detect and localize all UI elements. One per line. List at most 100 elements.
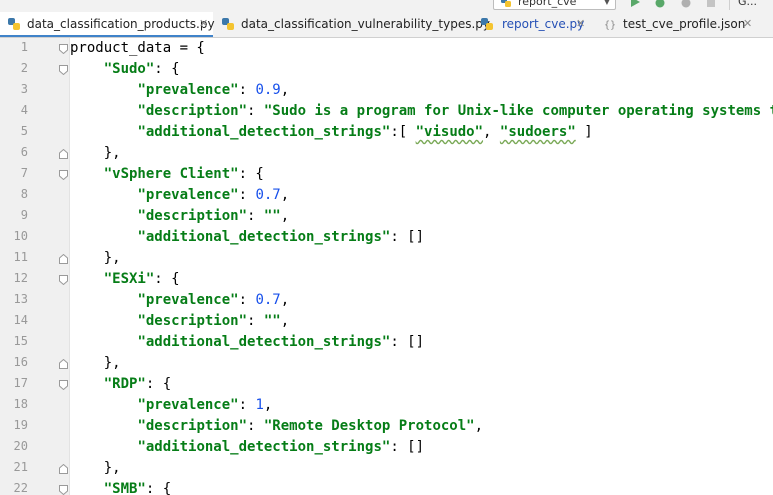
fold-close-icon[interactable] bbox=[59, 149, 68, 159]
fold-close-icon[interactable] bbox=[59, 254, 68, 264]
code-line[interactable]: 4 "description": "Sudo is a program for … bbox=[0, 101, 773, 122]
fold-close-icon[interactable] bbox=[59, 359, 68, 369]
python-file-icon bbox=[8, 18, 20, 30]
code-line[interactable]: 17 "RDP": { bbox=[0, 374, 773, 395]
code-line[interactable]: 1 product_data = { bbox=[0, 38, 773, 59]
coverage-icon[interactable] bbox=[679, 0, 693, 9]
code-text: "description": "", bbox=[137, 313, 290, 329]
line-number: 14 bbox=[13, 313, 28, 327]
line-number: 3 bbox=[20, 82, 28, 96]
tab-label: test_cve_profile.json bbox=[623, 17, 746, 31]
code-line[interactable]: 16 }, bbox=[0, 353, 773, 374]
code-text: "RDP": { bbox=[103, 376, 172, 392]
main-toolbar: report_cve ▼ G... bbox=[0, 0, 773, 12]
svg-text:{}: {} bbox=[604, 20, 616, 31]
line-number: 10 bbox=[13, 229, 28, 243]
close-tab-icon[interactable]: ✕ bbox=[743, 17, 752, 30]
code-text: "prevalence": 0.7, bbox=[137, 187, 290, 203]
run-configuration-select[interactable]: report_cve ▼ bbox=[493, 0, 616, 10]
code-text: "prevalence": 0.7, bbox=[137, 292, 290, 308]
line-number: 9 bbox=[20, 208, 28, 222]
code-line[interactable]: 6 }, bbox=[0, 143, 773, 164]
line-number: 8 bbox=[20, 187, 28, 201]
line-number: 22 bbox=[13, 481, 28, 495]
code-text: "vSphere Client": { bbox=[103, 166, 264, 182]
code-line[interactable]: 5 "additional_detection_strings":[ "visu… bbox=[0, 122, 773, 143]
close-tab-icon[interactable]: ✕ bbox=[199, 17, 208, 30]
code-text: "additional_detection_strings": [] bbox=[137, 229, 425, 245]
fold-open-icon[interactable] bbox=[59, 44, 68, 54]
code-text: }, bbox=[70, 355, 121, 371]
tab-data-classification-products[interactable]: data_classification_products.py ✕ bbox=[0, 12, 215, 37]
code-text: "Sudo": { bbox=[103, 61, 180, 77]
line-number: 6 bbox=[20, 145, 28, 159]
code-text: "additional_detection_strings":[ "visudo… bbox=[137, 124, 593, 140]
line-number: 5 bbox=[20, 124, 28, 138]
code-text: "SMB": { bbox=[103, 481, 172, 495]
code-editor[interactable]: 1 product_data = {2 "Sudo": {3 "prevalenc… bbox=[0, 38, 773, 495]
line-number: 21 bbox=[13, 460, 28, 474]
tab-data-classification-vulnerability-types[interactable]: data_classification_vulnerability_types.… bbox=[214, 12, 490, 37]
run-configuration-label: report_cve bbox=[518, 0, 577, 8]
line-number: 20 bbox=[13, 439, 28, 453]
code-line[interactable]: 7 "vSphere Client": { bbox=[0, 164, 773, 185]
code-line[interactable]: 18 "prevalence": 1, bbox=[0, 395, 773, 416]
code-line[interactable]: 14 "description": "", bbox=[0, 311, 773, 332]
line-number: 7 bbox=[20, 166, 28, 180]
code-line[interactable]: 19 "description": "Remote Desktop Protoc… bbox=[0, 416, 773, 437]
tab-label: report_cve.py bbox=[502, 17, 585, 31]
code-text: }, bbox=[70, 250, 121, 266]
code-line[interactable]: 22 "SMB": { bbox=[0, 479, 773, 495]
code-text: "description": "Sudo is a program for Un… bbox=[137, 103, 773, 119]
toolbar-overflow-label[interactable]: G... bbox=[738, 0, 757, 8]
code-line[interactable]: 10 "additional_detection_strings": [] bbox=[0, 227, 773, 248]
toolbar-separator bbox=[729, 0, 730, 10]
fold-open-icon[interactable] bbox=[59, 65, 68, 75]
fold-open-icon[interactable] bbox=[59, 275, 68, 285]
code-line[interactable]: 15 "additional_detection_strings": [] bbox=[0, 332, 773, 353]
chevron-down-icon: ▼ bbox=[603, 0, 610, 6]
code-line[interactable]: 21 }, bbox=[0, 458, 773, 479]
line-number: 1 bbox=[20, 40, 28, 54]
debug-icon[interactable] bbox=[653, 0, 667, 9]
fold-open-icon[interactable] bbox=[59, 380, 68, 390]
line-number: 18 bbox=[13, 397, 28, 411]
code-line[interactable]: 9 "description": "", bbox=[0, 206, 773, 227]
code-text: "additional_detection_strings": [] bbox=[137, 334, 425, 350]
code-line[interactable]: 11 }, bbox=[0, 248, 773, 269]
tab-test-cve-profile[interactable]: {} test_cve_profile.json ✕ bbox=[590, 12, 773, 37]
close-tab-icon[interactable]: ✕ bbox=[576, 17, 585, 30]
code-text: "ESXi": { bbox=[103, 271, 180, 287]
python-file-icon bbox=[222, 18, 234, 30]
code-text: "description": "", bbox=[137, 208, 290, 224]
code-text: "description": "Remote Desktop Protocol"… bbox=[137, 418, 484, 434]
code-line[interactable]: 13 "prevalence": 0.7, bbox=[0, 290, 773, 311]
line-number: 13 bbox=[13, 292, 28, 306]
run-icon[interactable] bbox=[628, 0, 642, 9]
tab-label: data_classification_products.py bbox=[27, 17, 215, 31]
fold-open-icon[interactable] bbox=[59, 170, 68, 180]
fold-close-icon[interactable] bbox=[59, 464, 68, 474]
python-file-icon bbox=[481, 18, 493, 30]
line-number: 2 bbox=[20, 61, 28, 75]
line-number: 11 bbox=[13, 250, 28, 264]
json-file-icon: {} bbox=[604, 20, 616, 31]
stop-icon[interactable] bbox=[704, 0, 718, 9]
code-text: }, bbox=[70, 460, 121, 476]
code-line[interactable]: 20 "additional_detection_strings": [] bbox=[0, 437, 773, 458]
code-text: "prevalence": 0.9, bbox=[137, 82, 290, 98]
code-line[interactable]: 3 "prevalence": 0.9, bbox=[0, 80, 773, 101]
fold-open-icon[interactable] bbox=[59, 485, 68, 495]
code-text: product_data = { bbox=[70, 40, 205, 56]
code-text: "prevalence": 1, bbox=[137, 397, 273, 413]
line-number: 12 bbox=[13, 271, 28, 285]
line-number: 19 bbox=[13, 418, 28, 432]
tab-label: data_classification_vulnerability_types.… bbox=[241, 17, 490, 31]
code-line[interactable]: 2 "Sudo": { bbox=[0, 59, 773, 80]
editor-tab-bar: data_classification_products.py ✕ data_c… bbox=[0, 12, 773, 38]
code-line[interactable]: 8 "prevalence": 0.7, bbox=[0, 185, 773, 206]
code-line[interactable]: 12 "ESXi": { bbox=[0, 269, 773, 290]
code-text: "additional_detection_strings": [] bbox=[137, 439, 425, 455]
tab-report-cve[interactable]: report_cve.py ✕ bbox=[462, 12, 590, 37]
line-number: 15 bbox=[13, 334, 28, 348]
